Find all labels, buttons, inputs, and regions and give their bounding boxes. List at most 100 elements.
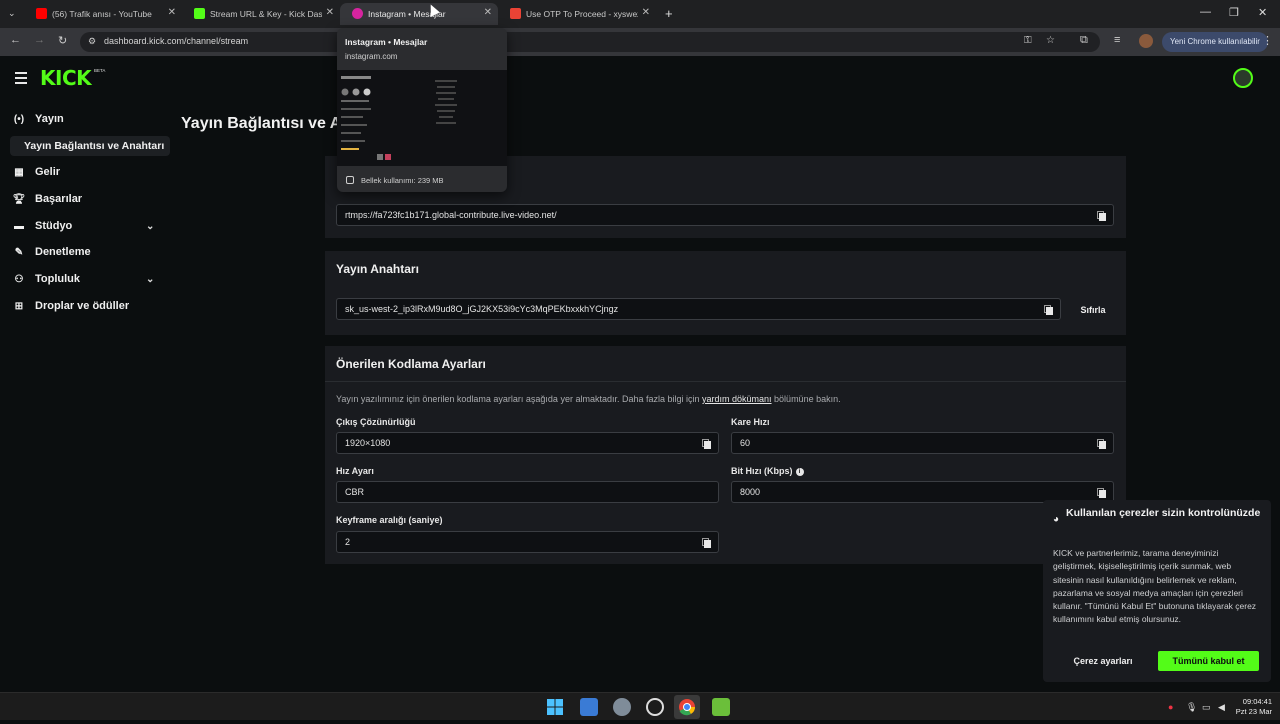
chevron-down-icon[interactable]: ⌄: [146, 221, 154, 232]
url-text: dashboard.kick.com/channel/stream: [104, 36, 249, 46]
tab-title: Use OTP To Proceed - xyswezy@: [526, 9, 638, 19]
description-text: Yayın yazılımınız için önerilen kodlama …: [336, 394, 703, 404]
extensions-icon[interactable]: ⧉: [1080, 34, 1088, 47]
sidebar-item-droplar[interactable]: ⊞ Droplar ve ödüller: [12, 300, 129, 312]
microphone-icon[interactable]: 🎙︎: [1186, 702, 1197, 713]
address-bar[interactable]: ⚙ dashboard.kick.com/channel/stream ⚿ ☆: [80, 32, 1100, 52]
tab-preview-thumbnail: [337, 70, 507, 166]
site-info-icon[interactable]: ⚙: [88, 36, 96, 47]
file-explorer-icon[interactable]: [580, 698, 598, 716]
close-window-button[interactable]: ✕: [1258, 6, 1267, 19]
resolution-field[interactable]: 1920×1080: [336, 432, 719, 454]
back-icon[interactable]: ←: [10, 34, 21, 46]
obs-studio-icon[interactable]: [646, 698, 664, 716]
stream-url-field[interactable]: rtmps://fa723fc1b171.global-contribute.l…: [336, 204, 1114, 226]
hover-card-title: Instagram • Mesajlar: [345, 37, 428, 47]
chrome-taskbar-active[interactable]: [674, 695, 700, 719]
rate-control-field[interactable]: CBR: [336, 481, 719, 503]
kick-logo[interactable]: KICK: [40, 66, 92, 90]
minimize-button[interactable]: —: [1200, 6, 1211, 18]
media-controls-icon[interactable]: ≡: [1114, 34, 1120, 46]
sidebar-item-label: Başarılar: [35, 193, 83, 205]
copy-icon[interactable]: [1044, 305, 1053, 315]
accept-all-cookies-button[interactable]: Tümünü kabul et: [1158, 651, 1259, 671]
stream-key-title: Yayın Anahtarı: [336, 262, 419, 276]
gmail-icon: [510, 8, 521, 19]
copy-icon[interactable]: [702, 538, 711, 548]
kick-icon: [194, 8, 205, 19]
copy-icon[interactable]: [1097, 439, 1106, 449]
stream-key-panel: Yayın Anahtarı: [325, 251, 1126, 335]
memory-icon: [346, 176, 354, 184]
instagram-icon: [352, 8, 363, 19]
tab-hover-card: Instagram • Mesajlar instagram.com Belle…: [337, 28, 507, 192]
bitrate-value: 8000: [740, 487, 761, 497]
tab-search-icon[interactable]: ⌄: [8, 8, 16, 19]
close-icon[interactable]: ✕: [642, 7, 650, 18]
keyframe-field[interactable]: 2: [336, 531, 719, 553]
reset-stream-key-button[interactable]: Sıfırla: [1070, 298, 1116, 322]
sidebar-item-basarilar[interactable]: 🏆︎ Başarılar: [12, 193, 82, 205]
profile-avatar[interactable]: [1139, 34, 1153, 48]
new-chrome-available-button[interactable]: Yeni Chrome kullanılabilir: [1162, 32, 1268, 52]
sidebar-item-denetleme[interactable]: ✎ Denetleme: [12, 246, 91, 258]
minecraft-icon[interactable]: [712, 698, 730, 716]
tab-youtube[interactable]: (56) Trafik anısı - YouTube ✕: [24, 3, 182, 25]
copy-icon[interactable]: [702, 439, 711, 449]
close-icon[interactable]: ✕: [484, 7, 492, 18]
tab-kick-dashboard[interactable]: Stream URL & Key - Kick Dashbo ✕: [182, 3, 340, 25]
bitrate-label: Bit Hızı (Kbps) i: [731, 466, 804, 476]
browser-toolbar: ← → ↻ ⚙ dashboard.kick.com/channel/strea…: [0, 28, 1280, 56]
encoding-title: Önerilen Kodlama Ayarları: [336, 357, 486, 371]
close-icon[interactable]: ✕: [168, 7, 176, 18]
sidebar-subitem-stream-key[interactable]: Yayın Bağlantısı ve Anahtarı: [10, 136, 170, 156]
menu-kebab-icon[interactable]: ⋮: [1262, 34, 1273, 47]
clock-date: Pzt 23 Mar: [1235, 707, 1272, 716]
framerate-field[interactable]: 60: [731, 432, 1114, 454]
tab-gmail[interactable]: Use OTP To Proceed - xyswezy@ ✕: [498, 3, 656, 25]
sidebar-item-gelir[interactable]: ▦ Gelir: [12, 166, 60, 178]
sidebar-item-label: Droplar ve ödüller: [35, 300, 130, 312]
info-icon[interactable]: i: [795, 468, 804, 476]
tab-instagram[interactable]: Instagram • Mesajlar ✕: [340, 3, 498, 25]
sidebar-item-topluluk[interactable]: ⚇ Topluluk ⌄: [12, 273, 155, 285]
network-icon[interactable]: ▭: [1202, 702, 1211, 713]
people-icon: ⚇: [14, 273, 24, 285]
reload-icon[interactable]: ↻: [58, 34, 67, 47]
user-avatar[interactable]: [1233, 68, 1253, 88]
forward-icon[interactable]: →: [34, 34, 45, 46]
close-icon[interactable]: ✕: [326, 7, 334, 18]
windows-start-icon[interactable]: [546, 698, 564, 716]
studio-icon: ▬: [14, 220, 24, 232]
stream-key-field[interactable]: sk_us-west-2_ip3lRxM9ud8O_jGJ2KX53i9cYc3…: [336, 298, 1061, 320]
resolution-label: Çıkış Çözünürlüğü: [336, 417, 416, 427]
stream-key-value: sk_us-west-2_ip3lRxM9ud8O_jGJ2KX53i9cYc3…: [345, 304, 619, 314]
tab-title: (56) Trafik anısı - YouTube: [52, 9, 152, 19]
copy-icon[interactable]: [1097, 211, 1106, 221]
help-docs-link[interactable]: yardım dökümanı: [702, 394, 772, 404]
keyframe-label: Keyframe aralığı (saniye): [336, 515, 443, 525]
chevron-down-icon[interactable]: ⌄: [146, 274, 154, 285]
password-key-icon[interactable]: ⚿: [1024, 35, 1032, 46]
volume-icon[interactable]: ◀︎: [1218, 702, 1225, 713]
stream-url-value: rtmps://fa723fc1b171.global-contribute.l…: [345, 210, 557, 220]
bookmark-star-icon[interactable]: ☆: [1046, 35, 1055, 46]
hamburger-menu-icon[interactable]: [15, 72, 27, 87]
revenue-icon: ▦: [14, 166, 24, 178]
maximize-button[interactable]: ❐: [1229, 6, 1239, 19]
framerate-value: 60: [740, 438, 751, 448]
browser-tab-strip: ⌄ (56) Trafik anısı - YouTube ✕ Stream U…: [0, 0, 1280, 28]
cookie-consent-dialog: ◕ Kullanılan çerezler sizin kontrolünüzd…: [1043, 500, 1271, 682]
cookie-settings-button[interactable]: Çerez ayarları: [1053, 651, 1153, 671]
new-tab-button[interactable]: +: [665, 6, 673, 21]
divider: [325, 381, 1126, 382]
copy-icon[interactable]: [1097, 488, 1106, 498]
sidebar-item-studyo[interactable]: ▬ Stüdyo ⌄: [12, 220, 154, 232]
hover-card-domain: instagram.com: [345, 52, 398, 61]
sidebar-item-label: Gelir: [35, 166, 61, 178]
sidebar-item-yayin[interactable]: (•) Yayın: [12, 113, 64, 125]
system-clock[interactable]: 09:04:41 Pzt 23 Mar: [1234, 697, 1272, 717]
drops-icon: ⊞: [14, 300, 24, 312]
tray-app-icon[interactable]: ●: [1168, 702, 1173, 712]
settings-gear-icon[interactable]: [613, 698, 631, 716]
